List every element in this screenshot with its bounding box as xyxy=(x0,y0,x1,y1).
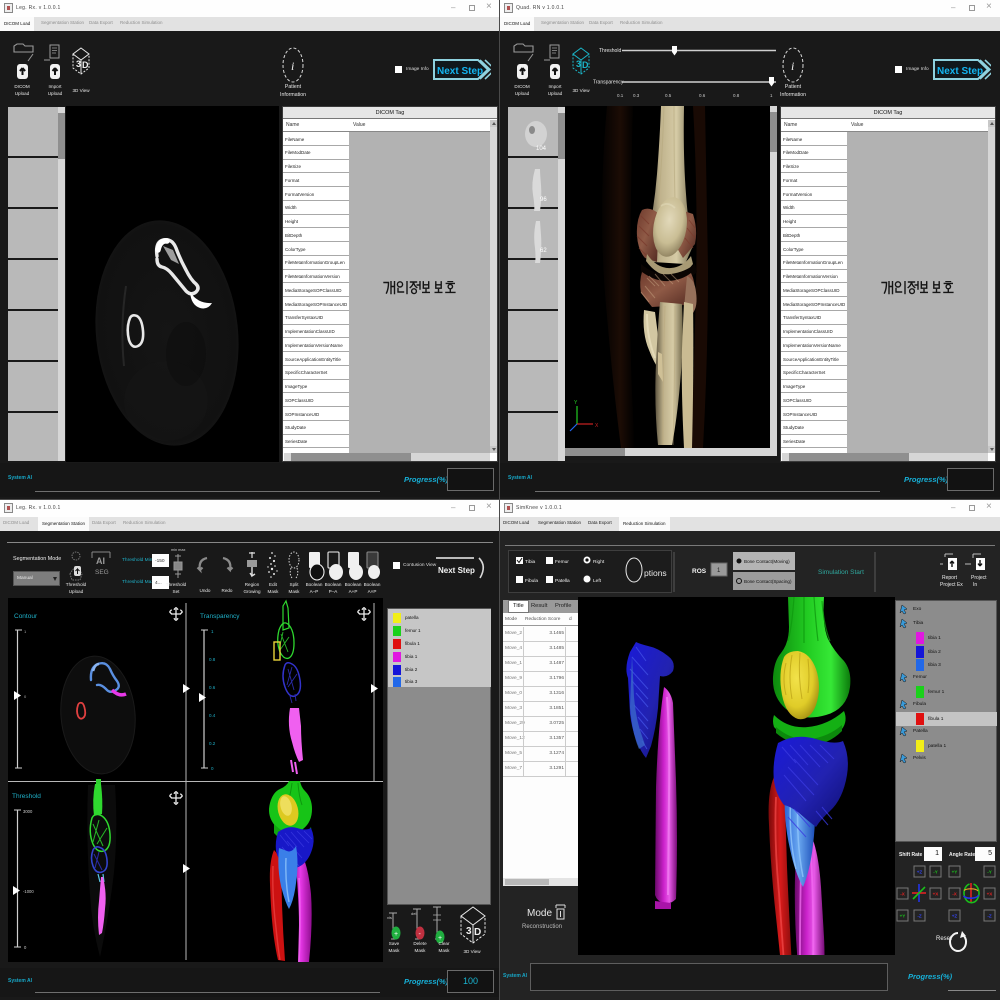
svg-text:0.4: 0.4 xyxy=(209,713,216,718)
svg-text:3: 3 xyxy=(576,59,581,69)
svg-text:Threshold Max: Threshold Max xyxy=(122,579,154,585)
svg-text:+Y: +Y xyxy=(952,870,958,875)
svg-text:Left: Left xyxy=(593,578,602,584)
svg-text:Simulation Start: Simulation Start xyxy=(818,569,864,576)
svg-text:Project Ex: Project Ex xyxy=(940,582,963,588)
svg-text:i: i xyxy=(791,59,794,73)
svg-text:1: 1 xyxy=(211,629,214,634)
svg-text:Project: Project xyxy=(971,575,987,581)
svg-text:+X: +X xyxy=(933,892,940,897)
svg-text:0.6: 0.6 xyxy=(209,685,216,690)
svg-text:+Y: +Y xyxy=(900,914,906,919)
svg-text:Transparency: Transparency xyxy=(593,80,624,86)
svg-text:D: D xyxy=(82,60,89,70)
svg-text:+X: +X xyxy=(987,892,994,897)
svg-text:0.8: 0.8 xyxy=(209,657,216,662)
svg-text:+Z: +Z xyxy=(952,914,958,919)
svg-text:+Z: +Z xyxy=(917,870,923,875)
svg-text:0.1: 0.1 xyxy=(617,93,624,98)
svg-text:0.5: 0.5 xyxy=(665,93,672,98)
svg-text:del: del xyxy=(411,911,416,916)
svg-text:0.6: 0.6 xyxy=(699,93,706,98)
svg-text:Next Step: Next Step xyxy=(438,566,475,575)
svg-text:Threshold: Threshold xyxy=(599,48,621,54)
svg-text:D: D xyxy=(474,927,481,938)
svg-text:0: 0 xyxy=(24,694,27,699)
svg-text:Report: Report xyxy=(942,575,958,581)
svg-text:Next Step: Next Step xyxy=(437,66,483,77)
svg-text:-X: -X xyxy=(900,892,906,897)
svg-text:Tibia: Tibia xyxy=(525,559,536,565)
svg-text:Threshold: Threshold xyxy=(12,793,41,800)
svg-text:3: 3 xyxy=(466,926,472,937)
svg-text:-Y: -Y xyxy=(933,870,938,875)
svg-text:D: D xyxy=(582,60,589,70)
svg-text:i: i xyxy=(291,59,294,73)
svg-text:Patella: Patella xyxy=(555,578,570,584)
svg-text:Bone Contact(Moving): Bone Contact(Moving) xyxy=(744,559,790,564)
svg-text:Next Step: Next Step xyxy=(937,66,983,77)
svg-text:Femur: Femur xyxy=(555,559,569,565)
svg-text:0.8: 0.8 xyxy=(733,93,740,98)
svg-text:AI: AI xyxy=(96,556,105,566)
svg-text:0.2: 0.2 xyxy=(209,741,216,746)
svg-text:0: 0 xyxy=(24,945,27,950)
svg-text:ptions: ptions xyxy=(644,568,667,578)
svg-text:0.3: 0.3 xyxy=(633,93,640,98)
svg-text:-Z: -Z xyxy=(917,914,922,919)
svg-text:Threshold Min: Threshold Min xyxy=(122,557,153,563)
svg-text:SEG: SEG xyxy=(95,569,109,576)
svg-text:Bone Contact(Spacing): Bone Contact(Spacing) xyxy=(744,579,792,584)
svg-text:-1000: -1000 xyxy=(23,889,34,894)
svg-text:vis: vis xyxy=(387,915,392,920)
svg-text:-Y: -Y xyxy=(987,870,992,875)
svg-text:0: 0 xyxy=(211,766,214,771)
svg-text:Right: Right xyxy=(593,559,605,565)
svg-text:Contour: Contour xyxy=(14,613,38,620)
svg-text:-Z: -Z xyxy=(987,914,992,919)
svg-text:+: + xyxy=(394,931,398,938)
svg-text:-X: -X xyxy=(952,892,958,897)
svg-text:3: 3 xyxy=(76,59,81,69)
svg-text:In: In xyxy=(973,582,977,588)
svg-text:min max: min max xyxy=(171,548,185,552)
svg-text:3000: 3000 xyxy=(23,809,33,814)
svg-text:1: 1 xyxy=(24,629,27,634)
svg-text:Transparency: Transparency xyxy=(200,613,240,620)
svg-text:ROS: ROS xyxy=(692,568,707,575)
svg-text:-150: -150 xyxy=(155,558,165,564)
svg-text:X: X xyxy=(595,423,599,429)
svg-text:Y: Y xyxy=(574,400,578,406)
svg-text:Fibula: Fibula xyxy=(525,578,538,584)
